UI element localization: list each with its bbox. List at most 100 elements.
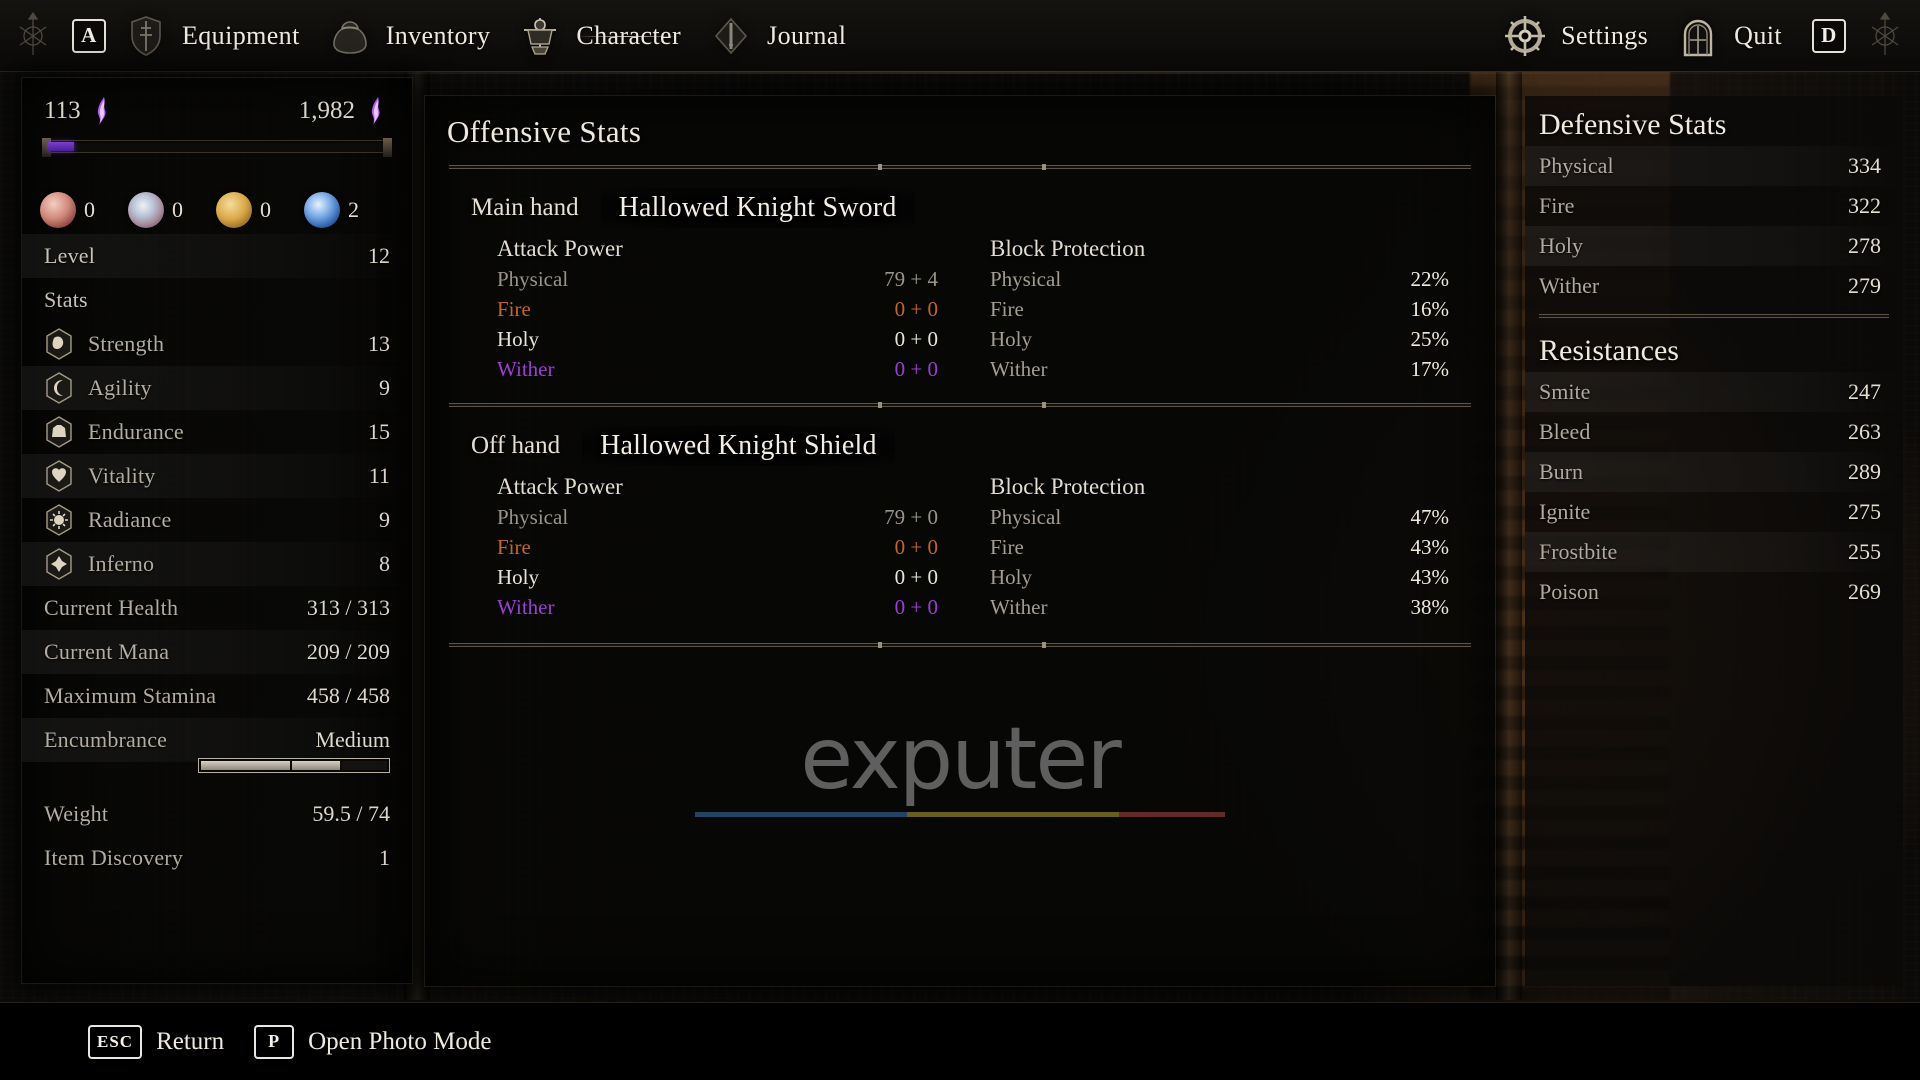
vital-row-encumbrance: Encumbrance Medium [22,718,412,762]
block-type: Wither [990,357,1048,381]
gold-nugget-icon [216,192,252,228]
vital-row-item-discovery: Item Discovery 1 [22,836,412,880]
consumable-item[interactable]: 2 [304,192,392,228]
damage-row: Wither 0 + 0 [497,354,960,384]
vital-label: Current Mana [44,639,170,664]
stats-header-row: Stats [22,278,412,322]
main-hand-attack-column: Attack Power Physical 79 + 4 Fire 0 + 0 Ho… [449,236,960,384]
resistance-value: 269 [1848,579,1881,604]
attribute-row-vitality[interactable]: Vitality 11 [22,454,412,498]
level-value: 12 [368,243,390,268]
block-type: Physical [990,267,1062,291]
nav-item-settings[interactable]: Settings [1495,0,1668,72]
attribute-value: 9 [379,507,390,532]
watermark-text: exputer [800,709,1121,809]
p-keycap[interactable]: P [254,1024,295,1059]
nav-prev-keycap[interactable]: A [72,18,106,53]
damage-type: Holy [497,327,539,351]
doorway-icon [1670,8,1726,64]
damage-value: 0 + 0 [894,357,938,381]
divider [449,642,1471,648]
attribute-label: Agility [88,375,152,400]
damage-type: Physical [497,267,569,291]
blue-orb-icon [304,192,340,228]
encumbrance-segment [292,761,341,770]
block-value: 25% [1410,327,1450,351]
resistance-value: 289 [1848,459,1881,484]
defensive-value: 279 [1848,273,1881,298]
resistance-row-poison: Poison 269 [1525,572,1903,612]
resistance-label: Bleed [1539,419,1591,444]
nav-label-equipment: Equipment [182,20,300,50]
background-pillar-right [1496,60,1522,1000]
nav-item-quit[interactable]: Quit [1668,0,1802,72]
damage-type: Physical [497,505,569,529]
vitality-icon [46,460,72,492]
attribute-row-strength[interactable]: Strength 13 [22,322,412,366]
top-navigation-bar: A Equipment Inventory Character Journal … [0,0,1920,74]
resistance-row-ignite: Ignite 275 [1525,492,1903,532]
resistance-label: Ignite [1539,499,1591,524]
damage-row: Holy 0 + 0 [497,324,960,354]
agility-icon [46,372,72,404]
hint-photo-mode[interactable]: P Open Photo Mode [254,1024,491,1059]
esc-keycap[interactable]: ESC [88,1024,143,1059]
defensive-value: 278 [1848,233,1881,258]
attribute-value: 8 [379,551,390,576]
vital-label: Current Health [44,595,179,620]
consumable-count: 0 [84,197,95,222]
consumable-item[interactable]: 0 [40,192,128,228]
attribute-value: 9 [379,375,390,400]
vital-value: 458 / 458 [306,683,390,708]
resistance-value: 263 [1848,419,1881,444]
resistance-label: Frostbite [1539,539,1618,564]
block-type: Fire [990,535,1024,559]
armor-stand-icon [512,8,568,64]
damage-type: Wither [497,595,555,619]
crest-decoration-icon-right [1856,8,1914,64]
consumable-count: 2 [348,197,359,222]
resistance-row-bleed: Bleed 263 [1525,412,1903,452]
hint-return[interactable]: ESC Return [88,1024,225,1059]
vital-value: 59.5 / 74 [312,801,390,826]
main-hand-block: Main hand Hallowed Knight Sword Attack P… [425,170,1495,384]
block-protection-header: Block Protection [990,474,1146,499]
encumbrance-segment [342,761,387,770]
pouch-icon [322,8,378,64]
defensive-row-wither: Wither 279 [1525,266,1903,306]
nav-item-equipment[interactable]: Equipment [116,0,320,72]
gear-icon [1497,8,1553,64]
attribute-row-agility[interactable]: Agility 9 [22,366,412,410]
nav-item-inventory[interactable]: Inventory [320,0,511,72]
defensive-value: 334 [1848,153,1881,178]
damage-row: Physical 79 + 4 [497,264,960,294]
vital-row-weight: Weight 59.5 / 74 [22,792,412,836]
attribute-row-inferno[interactable]: Inferno 8 [22,542,412,586]
nav-next-keycap[interactable]: D [1812,18,1846,53]
nav-item-journal[interactable]: Journal [701,0,866,72]
vital-value: Medium [315,727,390,752]
consumable-item[interactable]: 0 [128,192,216,228]
damage-row: Fire 0 + 0 [497,294,960,324]
attribute-row-endurance[interactable]: Endurance 15 [22,410,412,454]
vital-value: 313 / 313 [306,595,390,620]
off-hand-weapon-name[interactable]: Hallowed Knight Shield [582,426,895,466]
nav-label-settings: Settings [1561,20,1649,50]
attribute-row-radiance[interactable]: Radiance 9 [22,498,412,542]
xp-section: 113 1,982 [22,78,412,178]
divider [449,402,1471,408]
consumable-item[interactable]: 0 [216,192,304,228]
resistance-label: Poison [1539,579,1599,604]
resistance-label: Burn [1539,459,1583,484]
block-value: 43% [1410,535,1450,559]
defensive-label: Holy [1539,233,1583,258]
hint-label-return: Return [156,1027,225,1055]
radiance-icon [46,504,72,536]
off-hand-header: Off hand Hallowed Knight Shield [449,416,1471,472]
bottom-hint-bar: ESC Return P Open Photo Mode [0,1002,1920,1080]
defensive-stats-panel: Defensive Stats Physical 334 Fire 322 Ho… [1525,96,1903,986]
main-hand-weapon-name[interactable]: Hallowed Knight Sword [600,188,915,228]
resistance-value: 255 [1848,539,1881,564]
nav-item-character[interactable]: Character [510,0,701,72]
block-row: Wither 38% [990,592,1471,622]
